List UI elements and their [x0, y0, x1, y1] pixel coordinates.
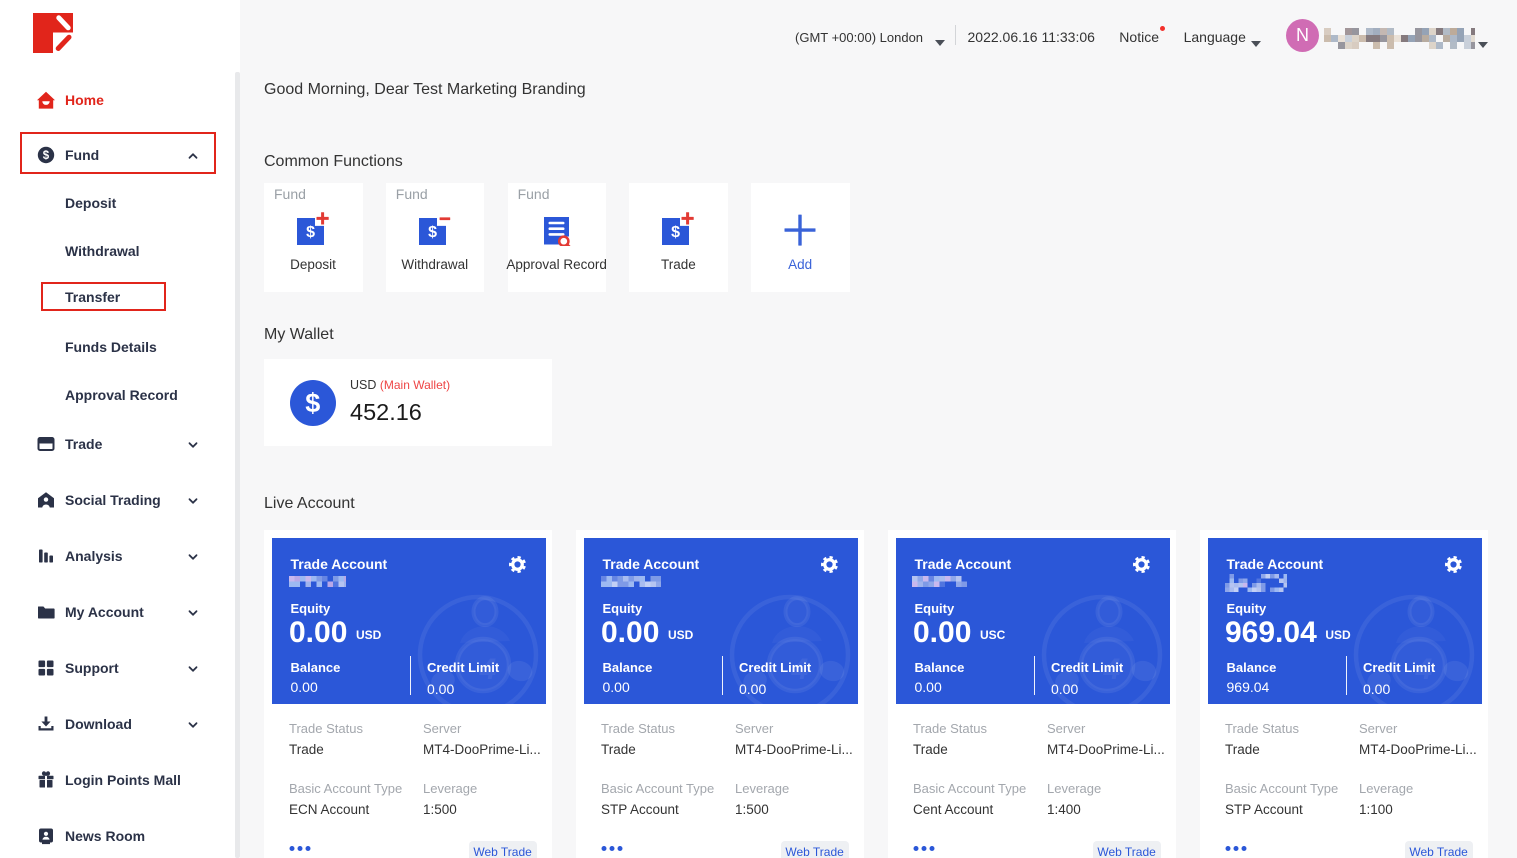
svg-text:$: $ [306, 224, 315, 241]
svg-text:$: $ [428, 224, 437, 241]
svg-text:$: $ [672, 224, 681, 241]
